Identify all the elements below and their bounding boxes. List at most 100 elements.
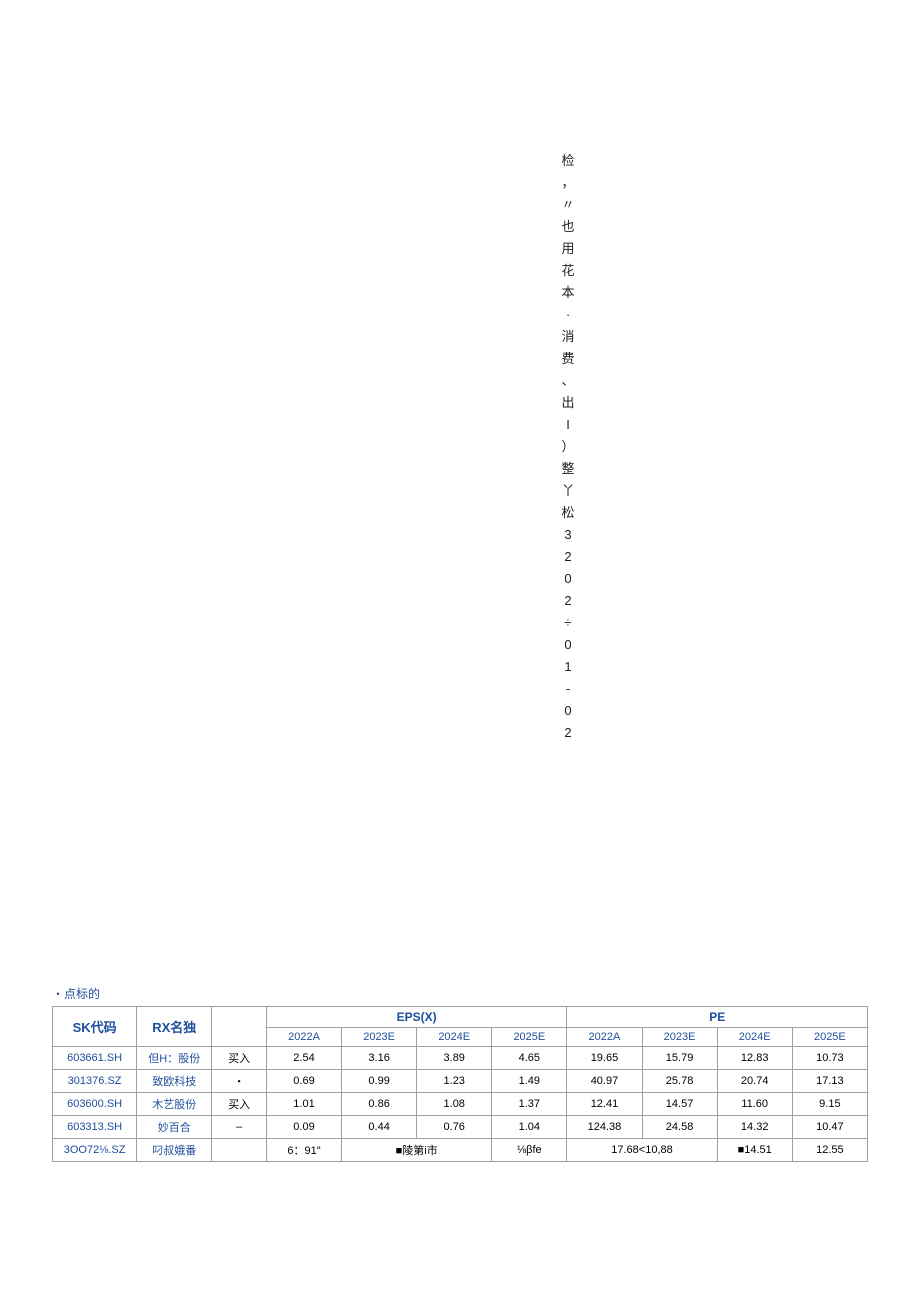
cell-value: 6：91" [266, 1139, 341, 1162]
v-char: 本 [560, 282, 576, 304]
v-char: I [560, 414, 576, 436]
v-char: 2 [560, 722, 576, 744]
cell-eps: 3.16 [342, 1047, 417, 1070]
vertical-text-column: 检 ， 〃 也 用 花 本 · 消 费 、 出 I ） 整 丫 松 3 2 0 … [560, 150, 576, 744]
v-char: 、 [560, 370, 576, 392]
v-char: 整 [560, 458, 576, 480]
v-char: 2 [560, 590, 576, 612]
th-name-prefix: RX [152, 1020, 170, 1035]
cell-pe: 10.47 [792, 1116, 867, 1139]
v-char: · [560, 304, 576, 326]
cell-pe: 20.74 [717, 1070, 792, 1093]
th-year: 2025E [492, 1028, 567, 1047]
table-row: 603600.SH 木艺股份 买入 1.01 0.86 1.08 1.37 12… [53, 1093, 868, 1116]
cell-pe: 124.38 [567, 1116, 642, 1139]
stock-table: SK代码 RX名独 EPS(X) PE 2022A 2023E 2024E 20… [52, 1006, 868, 1162]
cell-pe: 10.73 [792, 1047, 867, 1070]
v-char: 花 [560, 260, 576, 282]
cell-eps: 1.01 [266, 1093, 341, 1116]
table-row: 603313.SH 妙百合 – 0.09 0.44 0.76 1.04 124.… [53, 1116, 868, 1139]
cell-name: 致欧科技 [137, 1070, 212, 1093]
cell-rating: 买入 [212, 1047, 267, 1070]
v-char: 检 [560, 150, 576, 172]
th-year: 2022A [266, 1028, 341, 1047]
cell-value: ⅛βfe [492, 1139, 567, 1162]
table-row: 301376.SZ 致欧科技 ・ 0.69 0.99 1.23 1.49 40.… [53, 1070, 868, 1093]
cell-rating [212, 1139, 267, 1162]
cell-name: 木艺股份 [137, 1093, 212, 1116]
cell-pe: 12.83 [717, 1047, 792, 1070]
cell-value: 17.68<10,88 [567, 1139, 717, 1162]
cell-code: 603313.SH [53, 1116, 137, 1139]
cell-rating: – [212, 1116, 267, 1139]
v-char: 〃 [560, 194, 576, 216]
v-char: 0 [560, 634, 576, 656]
table-row: 603661.SH 但H：股份 买入 2.54 3.16 3.89 4.65 1… [53, 1047, 868, 1070]
v-char: 0 [560, 700, 576, 722]
cell-pe: 17.13 [792, 1070, 867, 1093]
v-char: 丫 [560, 480, 576, 502]
cell-rating: 买入 [212, 1093, 267, 1116]
cell-pe: 14.57 [642, 1093, 717, 1116]
v-char: 松 [560, 502, 576, 524]
cell-eps: 0.76 [417, 1116, 492, 1139]
cell-name: 叼叔娥番 [137, 1139, 212, 1162]
cell-pe: 24.58 [642, 1116, 717, 1139]
cell-name: 妙百合 [137, 1116, 212, 1139]
v-char: 3 [560, 524, 576, 546]
cell-eps: 0.09 [266, 1116, 341, 1139]
cell-eps: 1.37 [492, 1093, 567, 1116]
cell-eps: 2.54 [266, 1047, 341, 1070]
v-char: - [560, 678, 576, 700]
cell-eps: 0.86 [342, 1093, 417, 1116]
th-year: 2024E [417, 1028, 492, 1047]
cell-pe: 12.41 [567, 1093, 642, 1116]
cell-value: ■陵第i市 [342, 1139, 492, 1162]
cell-value: 12.55 [792, 1139, 867, 1162]
v-char: 消 [560, 326, 576, 348]
table-caption: ・点标的 [52, 985, 868, 1002]
th-year: 2022A [567, 1028, 642, 1047]
cell-eps: 1.49 [492, 1070, 567, 1093]
cell-code: 603661.SH [53, 1047, 137, 1070]
cell-eps: 4.65 [492, 1047, 567, 1070]
cell-pe: 9.15 [792, 1093, 867, 1116]
cell-pe: 19.65 [567, 1047, 642, 1070]
th-name: RX名独 [137, 1007, 212, 1047]
v-char: 1 [560, 656, 576, 678]
v-char: 用 [560, 238, 576, 260]
cell-pe: 40.97 [567, 1070, 642, 1093]
cell-eps: 0.69 [266, 1070, 341, 1093]
v-char: ， [560, 172, 576, 194]
cell-eps: 1.04 [492, 1116, 567, 1139]
th-code-prefix: SK [73, 1020, 91, 1035]
v-char: 出 [560, 392, 576, 414]
cell-eps: 1.23 [417, 1070, 492, 1093]
cell-code: 301376.SZ [53, 1070, 137, 1093]
cell-eps: 1.08 [417, 1093, 492, 1116]
th-eps-group: EPS(X) [266, 1007, 566, 1028]
cell-pe: 11.60 [717, 1093, 792, 1116]
table-footer-row: 3OO72⅛.SZ 叼叔娥番 6：91" ■陵第i市 ⅛βfe 17.68<10… [53, 1139, 868, 1162]
th-year: 2025E [792, 1028, 867, 1047]
v-char: ÷ [560, 612, 576, 634]
cell-value: ■14.51 [717, 1139, 792, 1162]
th-code-suffix: 代码 [91, 1020, 117, 1035]
th-name-suffix: 名独 [170, 1020, 196, 1035]
cell-name: 但H：股份 [137, 1047, 212, 1070]
th-code: SK代码 [53, 1007, 137, 1047]
cell-rating: ・ [212, 1070, 267, 1093]
v-char: ） [560, 436, 576, 458]
cell-code: 603600.SH [53, 1093, 137, 1116]
v-char: 也 [560, 216, 576, 238]
cell-pe: 14.32 [717, 1116, 792, 1139]
th-year: 2023E [342, 1028, 417, 1047]
th-year: 2023E [642, 1028, 717, 1047]
cell-eps: 0.44 [342, 1116, 417, 1139]
cell-eps: 0.99 [342, 1070, 417, 1093]
cell-pe: 15.79 [642, 1047, 717, 1070]
cell-code: 3OO72⅛.SZ [53, 1139, 137, 1162]
cell-eps: 3.89 [417, 1047, 492, 1070]
v-char: 2 [560, 546, 576, 568]
th-pe-group: PE [567, 1007, 868, 1028]
